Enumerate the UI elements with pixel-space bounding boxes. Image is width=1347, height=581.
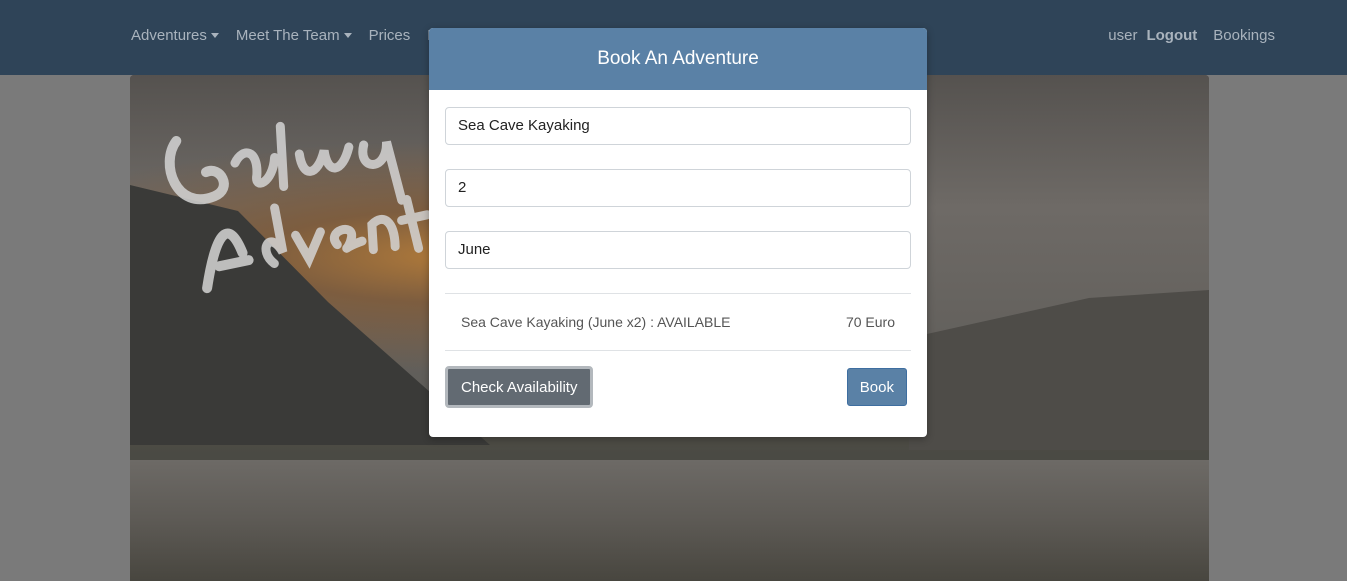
availability-text: Sea Cave Kayaking (June x2) : AVAILABLE — [461, 314, 731, 330]
modal-title: Book An Adventure — [597, 48, 759, 69]
modal-actions: Check Availability Book — [429, 351, 927, 408]
modal-header: Book An Adventure — [429, 28, 927, 90]
adventure-input[interactable]: Sea Cave Kayaking — [445, 107, 911, 145]
month-input[interactable]: June — [445, 231, 911, 269]
availability-result: Sea Cave Kayaking (June x2) : AVAILABLE … — [445, 293, 911, 351]
book-adventure-modal: Book An Adventure Sea Cave Kayaking 2 Ju… — [429, 28, 927, 437]
quantity-input[interactable]: 2 — [445, 169, 911, 207]
check-availability-button[interactable]: Check Availability — [445, 366, 594, 408]
book-button[interactable]: Book — [846, 368, 907, 406]
modal-body: Sea Cave Kayaking 2 June Sea Cave Kayaki… — [429, 90, 927, 351]
availability-price: 70 Euro — [845, 314, 895, 330]
